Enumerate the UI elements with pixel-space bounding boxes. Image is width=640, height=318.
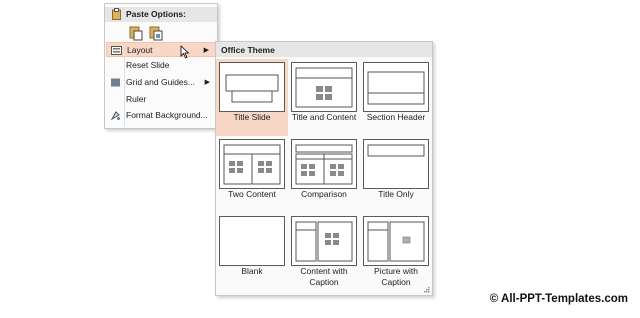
- gallery-title-bar: Office Theme: [216, 42, 432, 57]
- layout-label: Content with Caption: [300, 266, 348, 287]
- menu-item-reset-slide[interactable]: Reset Slide: [106, 58, 216, 73]
- layout-tile-blank[interactable]: Blank: [216, 213, 288, 290]
- layout-tile-two-content[interactable]: Two Content: [216, 136, 288, 213]
- menu-item-ruler[interactable]: Ruler: [106, 92, 216, 107]
- layout-tile-title-and-content[interactable]: Title and Content: [288, 59, 360, 136]
- two-content-thumbnail: [219, 139, 285, 189]
- layout-tile-content-with-caption[interactable]: Content with Caption: [288, 213, 360, 290]
- section-header-thumbnail: [363, 62, 429, 112]
- layout-tile-title-only[interactable]: Title Only: [360, 136, 432, 213]
- comparison-thumbnail: [291, 139, 357, 189]
- resize-grip-icon[interactable]: [424, 287, 430, 293]
- blank-thumbnail: [219, 216, 285, 266]
- grid-icon: [111, 78, 120, 87]
- layout-label: Title and Content: [291, 112, 357, 122]
- layout-label: Blank: [241, 266, 263, 276]
- menu-item-label: Grid and Guides...: [126, 77, 195, 87]
- layout-label: Section Header: [366, 112, 426, 122]
- title-only-thumbnail: [363, 139, 429, 189]
- layout-tile-section-header[interactable]: Section Header: [360, 59, 432, 136]
- paste-options-label: Paste Options:: [126, 9, 186, 19]
- picture-with-caption-thumbnail: [363, 216, 429, 266]
- paste-destination-icon: [129, 26, 143, 41]
- layout-tile-comparison[interactable]: Comparison: [288, 136, 360, 213]
- submenu-arrow-icon: ▶: [203, 47, 209, 54]
- content-with-caption-thumbnail: [291, 216, 357, 266]
- watermark-text: © All-PPT-Templates.com: [489, 293, 628, 305]
- paste-options-header: Paste Options:: [105, 7, 217, 22]
- menu-item-label: Reset Slide: [126, 60, 170, 70]
- menu-item-label: Layout: [127, 45, 153, 55]
- layout-label: Title Slide: [233, 112, 271, 122]
- layout-label: Picture with Caption: [374, 266, 418, 287]
- paste-picture-icon: [149, 26, 163, 41]
- layout-tile-picture-with-caption[interactable]: Picture with Caption: [360, 213, 432, 290]
- layout-icon: [111, 46, 122, 55]
- menu-item-label: Ruler: [126, 94, 147, 104]
- title-slide-thumbnail: [219, 62, 285, 112]
- gallery-title: Office Theme: [221, 45, 275, 55]
- layout-gallery: Office Theme Title Slide Title and Conte…: [215, 41, 433, 296]
- paste-use-destination-theme-button[interactable]: [129, 25, 143, 41]
- layout-tile-title-slide[interactable]: Title Slide: [216, 59, 288, 136]
- context-menu: Paste Options: Layout ▶ Reset Slide Grid…: [104, 3, 218, 129]
- paste-picture-button[interactable]: [149, 25, 163, 41]
- layout-label: Title Only: [378, 189, 414, 199]
- clipboard-icon: [112, 8, 121, 20]
- submenu-arrow-icon: ▶: [204, 79, 210, 86]
- title-and-content-thumbnail: [291, 62, 357, 112]
- menu-item-format-background[interactable]: Format Background...: [106, 108, 216, 123]
- menu-item-label: Format Background...: [126, 110, 208, 120]
- menu-item-layout[interactable]: Layout ▶: [106, 42, 216, 57]
- format-background-icon: [110, 111, 120, 121]
- layout-label: Comparison: [301, 189, 347, 199]
- layout-label: Two Content: [228, 189, 276, 199]
- menu-item-grid-and-guides[interactable]: Grid and Guides... ▶: [106, 75, 216, 90]
